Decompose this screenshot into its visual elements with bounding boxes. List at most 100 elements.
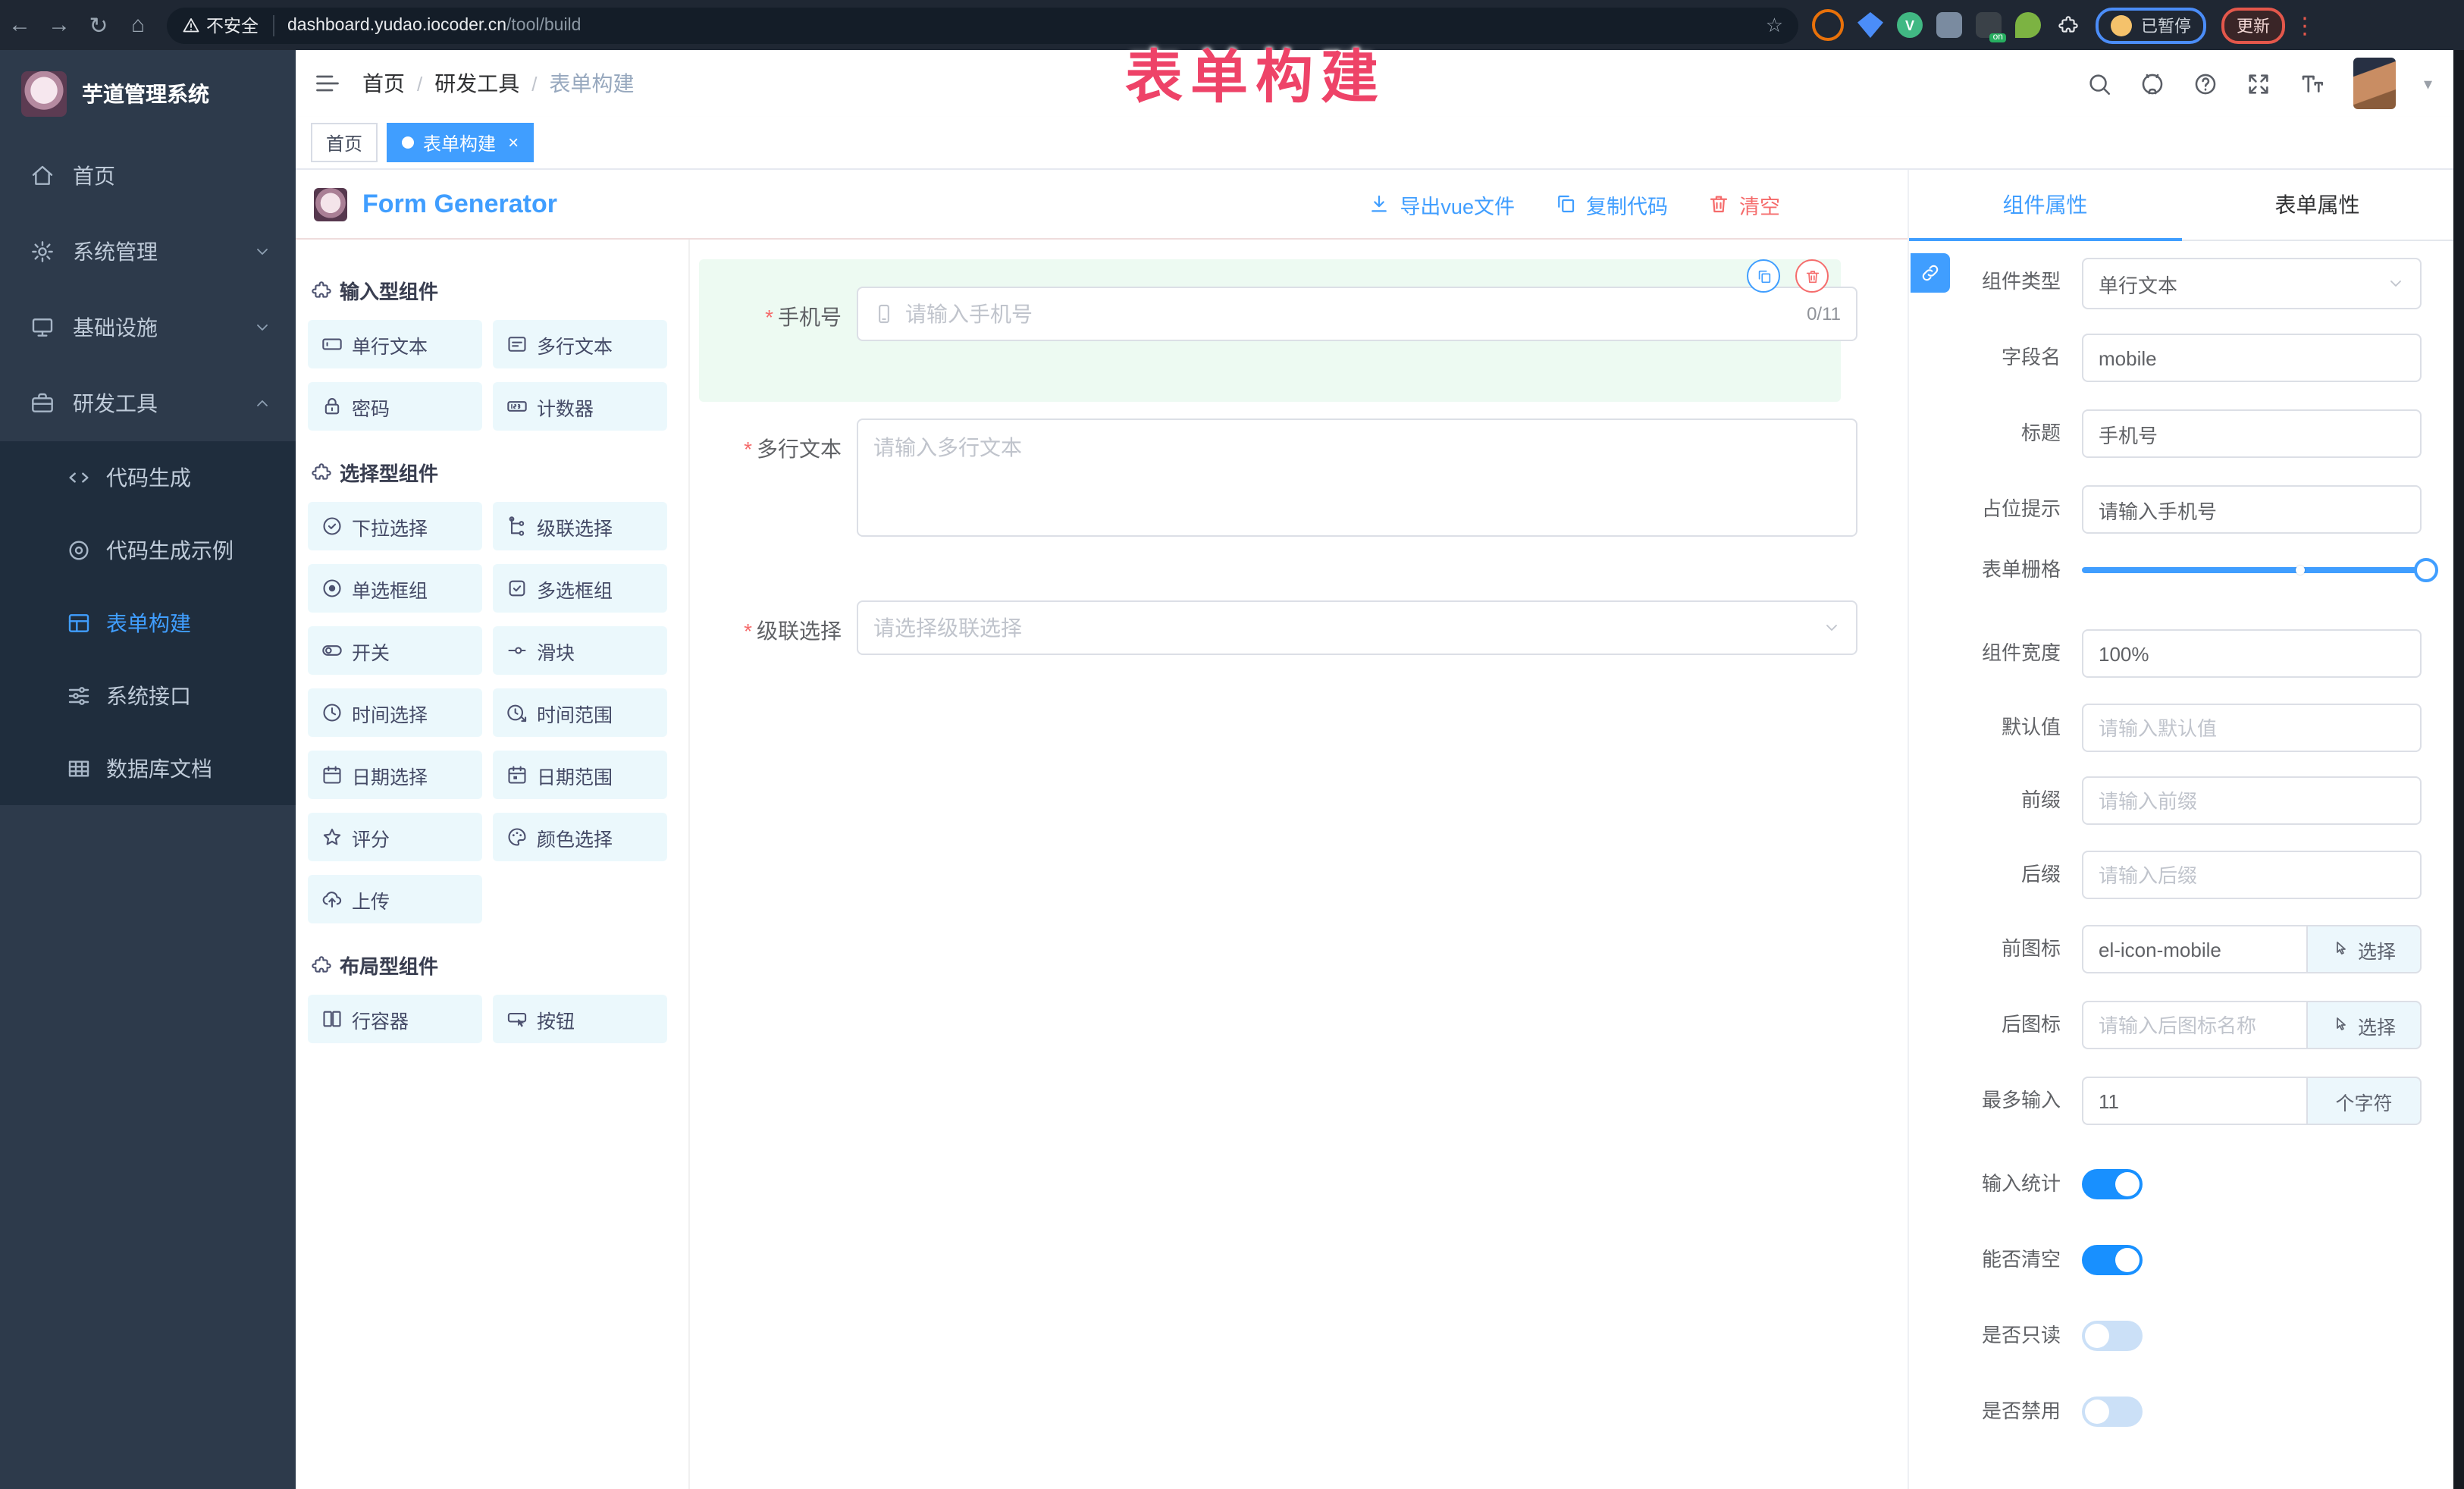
component-item-button[interactable]: 按钮 xyxy=(493,995,667,1043)
sidebar-item-system[interactable]: 系统管理 xyxy=(0,214,296,290)
address-bar[interactable]: 不安全 dashboard.yudao.iocoder.cn /tool/bui… xyxy=(167,7,1798,43)
copy-code-button[interactable]: 复制代码 xyxy=(1554,189,1668,219)
disabled-toggle[interactable] xyxy=(2082,1397,2143,1427)
canvas-field-mobile[interactable]: *手机号 请输入手机号 0/11 xyxy=(699,259,1841,402)
field-label: *多行文本 xyxy=(699,434,842,464)
component-item-cascader[interactable]: 级联选择 xyxy=(493,502,667,550)
component-item-date-range[interactable]: 日期范围 xyxy=(493,751,667,799)
toggle-knob xyxy=(2115,1248,2140,1272)
sidebar-item-system-api[interactable]: 系统接口 xyxy=(0,660,296,732)
extension-icon-2[interactable] xyxy=(1857,12,1883,38)
placeholder-input[interactable] xyxy=(2082,485,2422,534)
clearable-toggle[interactable] xyxy=(2082,1245,2143,1275)
suffix-input[interactable] xyxy=(2082,851,2422,899)
tab-component-props[interactable]: 组件属性 xyxy=(1909,170,2181,240)
component-item-date-picker[interactable]: 日期选择 xyxy=(308,751,482,799)
more-menu-icon[interactable]: ⋮ xyxy=(2285,11,2324,39)
duplicate-field-button[interactable] xyxy=(1747,259,1780,293)
textarea-input[interactable]: 请输入多行文本 xyxy=(857,418,1857,537)
slider-handle[interactable] xyxy=(2414,558,2438,582)
field-name-input[interactable] xyxy=(2082,334,2422,382)
component-item-time-picker[interactable]: 时间选择 xyxy=(308,688,482,737)
tag-form-builder[interactable]: 表单构建 × xyxy=(387,123,534,162)
app-logo[interactable]: 芋道管理系统 xyxy=(0,50,296,138)
component-width-input[interactable] xyxy=(2082,629,2422,678)
title-input[interactable] xyxy=(2082,409,2422,458)
prop-label: 前图标 xyxy=(1909,925,2061,973)
mobile-input[interactable]: 请输入手机号 0/11 xyxy=(857,287,1857,341)
browser-home-icon[interactable]: ⌂ xyxy=(118,12,158,38)
reload-icon[interactable]: ↻ xyxy=(79,11,118,39)
export-vue-button[interactable]: 导出vue文件 xyxy=(1368,189,1515,219)
sidebar-item-codegen-demo[interactable]: 代码生成示例 xyxy=(0,514,296,587)
component-item-password[interactable]: 密码 xyxy=(308,382,482,431)
hamburger-icon[interactable] xyxy=(314,70,341,97)
cascader-select[interactable]: 请选择级联选择 xyxy=(857,600,1857,655)
component-item-counter[interactable]: 计数器 xyxy=(493,382,667,431)
suffix-icon-input[interactable] xyxy=(2082,1001,2306,1049)
avatar-caret-icon[interactable]: ▾ xyxy=(2424,74,2432,93)
component-item-rate[interactable]: 评分 xyxy=(308,813,482,861)
profile-paused-badge[interactable]: 已暂停 xyxy=(2096,7,2206,43)
component-item-slider[interactable]: 滑块 xyxy=(493,626,667,675)
help-icon[interactable] xyxy=(2193,71,2219,96)
component-item-row-container[interactable]: 行容器 xyxy=(308,995,482,1043)
user-avatar[interactable] xyxy=(2354,58,2397,109)
prop-label: 是否禁用 xyxy=(1909,1392,2061,1431)
breadcrumb-home[interactable]: 首页 xyxy=(362,68,405,99)
sidebar-item-devtools[interactable]: 研发工具 xyxy=(0,365,296,441)
slider-mark xyxy=(2296,566,2306,575)
prefix-icon-input[interactable] xyxy=(2082,925,2306,973)
canvas-field-textarea[interactable]: *多行文本 请输入多行文本 xyxy=(699,412,1841,543)
extension-icon-5[interactable] xyxy=(2015,12,2041,38)
component-item-checkbox-group[interactable]: 多选框组 xyxy=(493,564,667,613)
component-item-single-text[interactable]: 单行文本 xyxy=(308,320,482,368)
update-button[interactable]: 更新 xyxy=(2221,7,2285,43)
sidebar-item-form-builder[interactable]: 表单构建 xyxy=(0,587,296,660)
time-range-icon xyxy=(506,702,528,723)
component-type-select[interactable]: 单行文本 xyxy=(2082,258,2422,309)
component-item-multi-text[interactable]: 多行文本 xyxy=(493,320,667,368)
sidebar-item-codegen[interactable]: 代码生成 xyxy=(0,441,296,514)
input-stat-toggle[interactable] xyxy=(2082,1169,2143,1199)
fullscreen-icon[interactable] xyxy=(2246,71,2272,96)
component-item-upload[interactable]: 上传 xyxy=(308,875,482,923)
bookmark-star-icon[interactable]: ☆ xyxy=(1766,13,1783,37)
default-value-input[interactable] xyxy=(2082,704,2422,752)
extension-icon-4[interactable]: on xyxy=(1976,12,2002,38)
readonly-toggle[interactable] xyxy=(2082,1321,2143,1351)
tag-home[interactable]: 首页 xyxy=(311,123,378,162)
extensions-puzzle-icon[interactable] xyxy=(2055,12,2080,38)
tab-form-props[interactable]: 表单属性 xyxy=(2181,170,2453,240)
component-item-select[interactable]: 下拉选择 xyxy=(308,502,482,550)
clear-button[interactable]: 清空 xyxy=(1707,189,1780,219)
sidebar-item-infra[interactable]: 基础设施 xyxy=(0,290,296,365)
sidebar-item-home[interactable]: 首页 xyxy=(0,138,296,214)
prefix-icon-select-button[interactable]: 选择 xyxy=(2306,925,2422,973)
delete-field-button[interactable] xyxy=(1795,259,1829,293)
suffix-icon-select-button[interactable]: 选择 xyxy=(2306,1001,2422,1049)
prop-row-suffix-icon: 后图标 选择 xyxy=(1909,1001,2455,1049)
component-item-radio-group[interactable]: 单选框组 xyxy=(308,564,482,613)
max-length-input[interactable] xyxy=(2082,1077,2306,1125)
page-scrollbar[interactable] xyxy=(2453,50,2464,1489)
prefix-input[interactable] xyxy=(2082,776,2422,825)
component-item-time-range[interactable]: 时间范围 xyxy=(493,688,667,737)
form-canvas[interactable]: *手机号 请输入手机号 0/11 *多行文本 请输入多行文本 *级联选择 请选择… xyxy=(691,240,1908,1489)
extension-icon-1[interactable] xyxy=(1812,9,1844,41)
extension-icon-3[interactable] xyxy=(1936,12,1962,38)
github-icon[interactable] xyxy=(2140,71,2166,96)
component-item-switch[interactable]: 开关 xyxy=(308,626,482,675)
component-item-color-picker[interactable]: 颜色选择 xyxy=(493,813,667,861)
security-warning[interactable]: 不安全 xyxy=(182,13,259,37)
form-grid-slider[interactable] xyxy=(2082,567,2428,573)
breadcrumb-devtools[interactable]: 研发工具 xyxy=(434,68,519,99)
font-size-icon[interactable] xyxy=(2299,70,2327,97)
tag-close-icon[interactable]: × xyxy=(508,132,519,153)
vue-devtools-icon[interactable]: V xyxy=(1897,12,1923,38)
search-icon[interactable] xyxy=(2087,71,2113,96)
forward-icon[interactable]: → xyxy=(39,12,79,38)
back-icon[interactable]: ← xyxy=(0,12,39,38)
sidebar-item-db-doc[interactable]: 数据库文档 xyxy=(0,732,296,805)
canvas-field-cascader[interactable]: *级联选择 请选择级联选择 xyxy=(699,597,1841,658)
